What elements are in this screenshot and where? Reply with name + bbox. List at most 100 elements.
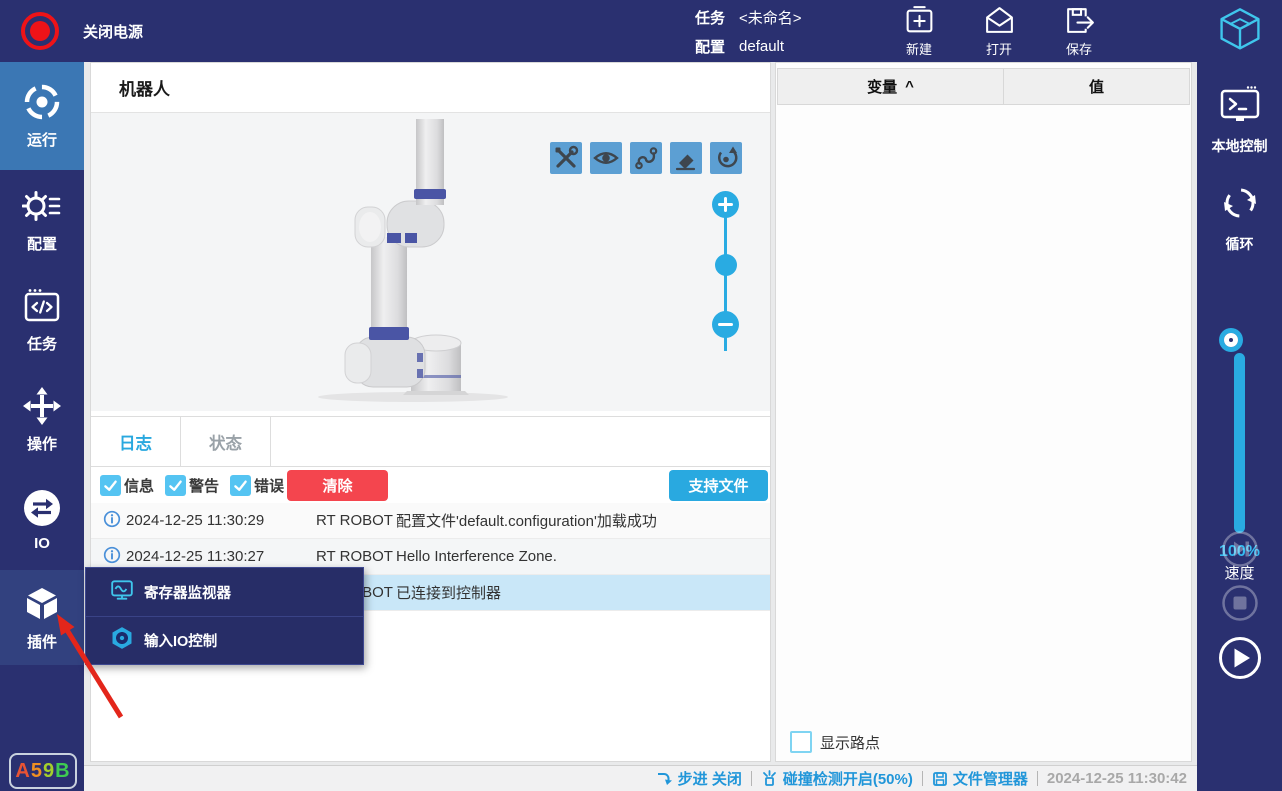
tab-log[interactable]: 日志 [91, 417, 181, 466]
code-window-icon [22, 286, 62, 326]
save-button-label: 保存 [1066, 39, 1092, 58]
loop-button[interactable]: 循环 [1197, 182, 1282, 254]
sidebar-item-plugin[interactable]: 插件 [0, 570, 84, 665]
log-message: 配置文件'default.configuration'加载成功 [396, 510, 657, 531]
sidebar-item-io[interactable]: IO [0, 470, 84, 570]
play-icon [1217, 635, 1263, 681]
eye-icon [592, 144, 620, 172]
terminal-icon [1217, 84, 1263, 130]
panel-header: 机器人 [91, 63, 770, 113]
new-button-label: 新建 [906, 39, 932, 58]
trajectory-button[interactable] [630, 142, 662, 174]
power-off-button[interactable] [21, 12, 59, 50]
sidebar-item-config[interactable]: 配置 [0, 170, 84, 270]
menu-item-label: 寄存器监视器 [144, 582, 231, 603]
info-filter-label: 信息 [124, 475, 154, 496]
tab-status[interactable]: 状态 [181, 417, 271, 466]
stop-button[interactable] [1197, 583, 1282, 623]
separator [922, 771, 923, 786]
support-file-button[interactable]: 支持文件 [669, 470, 768, 501]
task-value: <未命名> [739, 7, 802, 28]
sort-caret-icon: ^ [905, 78, 914, 95]
error-checkbox[interactable] [230, 475, 251, 496]
sidebar-item-label: 配置 [27, 233, 57, 254]
show-waypoints-label: 显示路点 [820, 732, 880, 753]
sidebar-item-operate[interactable]: 操作 [0, 370, 84, 470]
menu-item-input-io-control[interactable]: 输入IO控制 [86, 616, 363, 664]
column-header-value[interactable]: 值 [1003, 68, 1190, 105]
tab-status-label: 状态 [209, 430, 242, 454]
variables-panel: 变量 ^ 值 显示路点 [775, 62, 1192, 762]
zoom-in-button[interactable] [712, 191, 739, 218]
log-time: 2024-12-25 11:30:29 [126, 512, 316, 529]
version-badge: A 5 9 B [9, 753, 77, 789]
open-file-icon [983, 4, 1016, 37]
config-label: 配置 [695, 36, 725, 57]
menu-item-label: 输入IO控制 [144, 630, 217, 651]
io-arrows-icon [22, 488, 62, 528]
robot-3d-viewport[interactable] [91, 113, 770, 411]
task-label: 任务 [695, 7, 725, 28]
open-button[interactable]: 打开 [971, 4, 1027, 58]
warning-checkbox[interactable] [165, 475, 186, 496]
zoom-out-button[interactable] [712, 311, 739, 338]
power-off-label: 关闭电源 [83, 0, 143, 62]
file-manager-status[interactable]: 文件管理器 [932, 768, 1028, 789]
speed-slider-track[interactable] [1234, 353, 1245, 533]
show-waypoints-checkbox[interactable] [790, 731, 812, 753]
variables-header: 变量 ^ 值 [777, 68, 1190, 105]
separator [1037, 771, 1038, 786]
menu-item-register-monitor[interactable]: 寄存器监视器 [86, 568, 363, 616]
stop-icon [1220, 583, 1260, 623]
badge-char: A [15, 760, 30, 783]
eraser-button[interactable] [670, 142, 702, 174]
collision-detection-label: 碰撞检测开启(50%) [783, 768, 913, 789]
step-mode-label: 步进 关闭 [678, 768, 742, 789]
sidebar-item-task[interactable]: 任务 [0, 270, 84, 370]
loop-label: 循环 [1226, 234, 1254, 254]
info-checkbox[interactable] [100, 475, 121, 496]
minus-icon [718, 317, 733, 332]
clear-log-button[interactable]: 清除 [287, 470, 388, 501]
info-icon [103, 546, 121, 568]
new-button[interactable]: 新建 [891, 4, 947, 58]
play-button[interactable] [1197, 635, 1282, 681]
eraser-icon [672, 144, 700, 172]
cube-logo-icon [1214, 5, 1266, 57]
skip-next-button[interactable] [1197, 529, 1282, 569]
check-icon [232, 477, 249, 494]
plus-icon [718, 197, 733, 212]
tools-button[interactable] [550, 142, 582, 174]
zoom-slider-knob[interactable] [715, 254, 737, 276]
column-header-variable[interactable]: 变量 ^ [777, 68, 1003, 105]
move-arrows-icon [22, 386, 62, 426]
task-config-block: 任务 <未命名> 配置 default [695, 7, 802, 65]
file-manager-label: 文件管理器 [953, 768, 1028, 789]
separator [751, 771, 752, 786]
support-button-label: 支持文件 [688, 475, 748, 496]
check-icon [102, 477, 119, 494]
panel-title: 机器人 [119, 75, 170, 100]
local-control-button[interactable]: 本地控制 [1197, 84, 1282, 156]
reset-view-button[interactable] [710, 142, 742, 174]
variable-column-label: 变量 [867, 76, 897, 97]
collision-detection-status[interactable]: 碰撞检测开启(50%) [761, 768, 913, 789]
log-filter-row: 信息 警告 错误 清除 支持文件 [91, 467, 770, 503]
config-value: default [739, 38, 784, 55]
badge-char: 5 [31, 760, 43, 783]
viewport-toolbar [550, 142, 742, 174]
sidebar-item-label: 插件 [27, 631, 57, 652]
new-file-icon [903, 4, 936, 37]
log-row[interactable]: 2024-12-25 11:30:29 RT ROBOT 配置文件'defaul… [91, 503, 770, 539]
local-control-label: 本地控制 [1212, 136, 1268, 156]
step-mode-status[interactable]: 步进 关闭 [656, 768, 742, 789]
sidebar-item-run[interactable]: 运行 [0, 62, 84, 170]
tools-icon [552, 144, 580, 172]
save-button[interactable]: 保存 [1051, 4, 1107, 58]
sidebar-item-label: IO [34, 535, 50, 552]
left-sidebar: 运行 配置 任务 操作 [0, 62, 84, 791]
clear-button-label: 清除 [322, 475, 352, 496]
speed-slider-knob[interactable] [1224, 333, 1238, 347]
plugin-cube-icon [22, 584, 62, 624]
visibility-button[interactable] [590, 142, 622, 174]
